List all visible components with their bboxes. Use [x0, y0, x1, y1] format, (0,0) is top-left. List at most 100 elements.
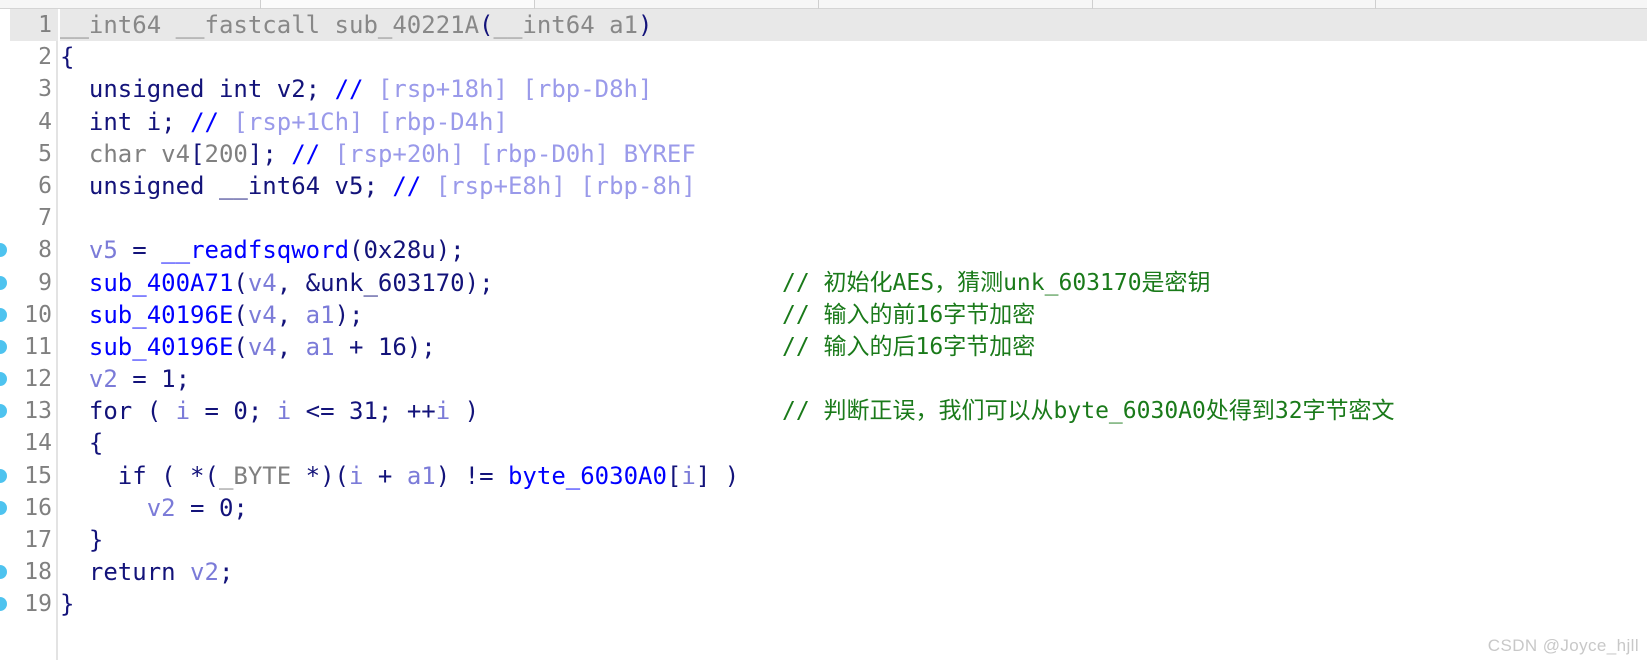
line-number: 9 — [38, 269, 52, 296]
code-token: _BYTE — [218, 461, 292, 490]
executable-line-dot-icon[interactable] — [0, 307, 7, 322]
code-token: ) != — [435, 461, 508, 490]
code-token: ; ++ — [377, 397, 436, 426]
code-content[interactable]: __int64 __fastcall sub_40221A(__int64 a1… — [60, 9, 1647, 660]
code-token: v4 — [247, 268, 277, 297]
user-comment[interactable]: // 初始化AES，猜测unk_603170是密钥 — [782, 267, 1211, 299]
gutter-cell[interactable] — [0, 106, 10, 138]
toolbar-divider — [1092, 0, 1093, 9]
line-number: 3 — [38, 76, 52, 103]
code-token: = — [117, 365, 162, 394]
code-token: a1 — [305, 300, 335, 329]
code-line[interactable]: } — [60, 524, 1647, 556]
code-token: = — [117, 236, 162, 265]
executable-line-dot-icon[interactable] — [0, 404, 7, 419]
code-line[interactable]: sub_40196E(v4, a1); // 输入的前16字节加密 — [60, 299, 1647, 331]
code-line[interactable]: char v4[200]; // [rsp+20h] [rbp-D0h] BYR… — [60, 138, 1647, 170]
code-line[interactable]: } — [60, 588, 1647, 620]
gutter-cell[interactable] — [0, 427, 10, 459]
code-line[interactable]: return v2; — [60, 556, 1647, 588]
gutter-cell[interactable] — [0, 73, 10, 105]
breakpoint-dot-cell[interactable] — [0, 588, 10, 620]
line-number: 16 — [24, 494, 52, 521]
code-token: __readfsqword — [161, 236, 350, 265]
code-token: a1 — [406, 461, 436, 490]
user-comment[interactable]: // 判断正误，我们可以从byte_6030A0处得到32字节密文 — [782, 395, 1395, 427]
executable-line-dot-icon[interactable] — [0, 500, 7, 515]
code-token: for ( — [60, 397, 176, 426]
code-token: 31 — [349, 397, 378, 426]
code-token: ); — [334, 300, 364, 329]
code-token: ; — [218, 558, 234, 587]
code-token: i — [175, 397, 191, 426]
code-token: __int64 __fastcall — [60, 11, 335, 39]
code-token: { — [60, 43, 75, 72]
breakpoint-dot-cell[interactable] — [0, 492, 10, 524]
code-token: // — [291, 139, 321, 168]
code-token: = — [190, 397, 234, 426]
code-token: unk_603170 — [320, 268, 465, 297]
code-token: sub_400A71 — [88, 268, 234, 297]
line-number: 10 — [24, 301, 52, 328]
code-token: ( — [479, 11, 494, 39]
user-comment[interactable]: // 输入的前16字节加密 — [782, 299, 1035, 331]
code-token: v4 — [247, 332, 277, 361]
code-token: ); — [464, 268, 494, 297]
breakpoint-dot-cell[interactable] — [0, 234, 10, 266]
pseudocode-editor[interactable]: 1 2 3 4 5 6 7 8 9 10 11 12 13 14 15 16 17 18 19 __int64 __… — [0, 9, 1647, 660]
gutter-cell[interactable] — [0, 9, 10, 41]
executable-line-dot-icon[interactable] — [0, 339, 7, 354]
breakpoint-dot-cell[interactable] — [0, 395, 10, 427]
code-line[interactable]: for ( i = 0; i <= 31; ++i )// 判断正误，我们可以从… — [60, 395, 1647, 427]
code-line[interactable]: v2 = 0; — [60, 492, 1647, 524]
gutter-cell[interactable] — [0, 524, 10, 556]
gutter-cell[interactable] — [0, 138, 10, 170]
code-token: byte_6030A0 — [507, 461, 667, 490]
breakpoint-dot-cell[interactable] — [0, 267, 10, 299]
breakpoint-dot-cell[interactable] — [0, 556, 10, 588]
user-comment[interactable]: // 输入的后16字节加密 — [782, 331, 1035, 363]
code-token: = — [175, 493, 219, 522]
toolbar-divider — [260, 0, 261, 9]
code-token: ; — [247, 397, 277, 426]
breakpoint-dot-cell[interactable] — [0, 460, 10, 492]
code-token: , — [276, 300, 306, 329]
executable-line-dot-icon[interactable] — [0, 372, 7, 387]
code-line[interactable]: sub_40196E(v4, a1 + 16); // 输入的后16字节加密 — [60, 331, 1647, 363]
executable-line-dot-icon[interactable] — [0, 565, 7, 580]
gutter-cell[interactable] — [0, 202, 10, 234]
code-line[interactable]: v2 = 1; — [60, 363, 1647, 395]
executable-line-dot-icon[interactable] — [0, 243, 7, 258]
line-number: 15 — [24, 462, 52, 489]
breakpoint-gutter[interactable] — [0, 9, 10, 660]
code-line[interactable]: unsigned int v2; // [rsp+18h] [rbp-D8h] — [60, 73, 1647, 105]
breakpoint-dot-cell[interactable] — [0, 299, 10, 331]
executable-line-dot-icon[interactable] — [0, 597, 7, 612]
code-line[interactable]: sub_400A71(v4, &unk_603170); // 初始化AES，猜测… — [60, 267, 1647, 299]
code-line[interactable]: { — [60, 427, 1647, 459]
breakpoint-dot-cell[interactable] — [0, 363, 10, 395]
code-token: i — [146, 107, 162, 136]
gutter-cell[interactable] — [0, 41, 10, 73]
toolbar-divider — [1375, 0, 1376, 9]
breakpoint-dot-cell[interactable] — [0, 331, 10, 363]
executable-line-dot-icon[interactable] — [0, 275, 7, 290]
toolbar-segment-active[interactable] — [261, 0, 534, 8]
code-line[interactable]: { — [60, 41, 1647, 73]
gutter-cell[interactable] — [0, 170, 10, 202]
code-line[interactable]: int i; // [rsp+1Ch] [rbp-D4h] — [60, 106, 1647, 138]
executable-line-dot-icon[interactable] — [0, 468, 7, 483]
code-token: } — [60, 590, 75, 619]
code-line[interactable]: unsigned __int64 v5; // [rsp+E8h] [rbp-8… — [60, 170, 1647, 202]
code-token: [rsp+18h] [rbp-D8h] — [377, 75, 653, 104]
code-token: [ — [666, 461, 682, 490]
code-line[interactable] — [60, 202, 1647, 234]
code-token: ( — [349, 236, 364, 265]
code-line[interactable]: v5 = __readfsqword(0x28u); — [60, 234, 1647, 266]
code-line[interactable]: __int64 __fastcall sub_40221A(__int64 a1… — [60, 9, 1647, 42]
code-line[interactable]: if ( *(_BYTE *)(i + a1) != byte_6030A0[i… — [60, 460, 1647, 492]
